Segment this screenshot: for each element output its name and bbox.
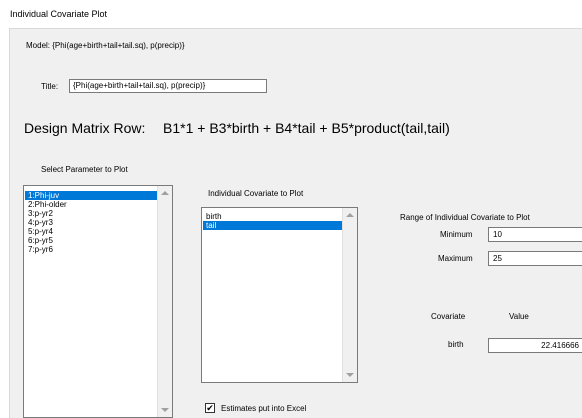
range-label: Range of Individual Covariate to Plot [400, 213, 530, 222]
parameter-item[interactable]: 5:p-yr4 [25, 227, 157, 236]
parameter-item[interactable]: 4:p-yr3 [25, 218, 157, 227]
covariate-name: birth [448, 340, 464, 349]
title-input[interactable]: {Phi(age+birth+tail+tail.sq), p(precip)} [69, 79, 267, 93]
maximum-input[interactable]: 25 [488, 251, 582, 266]
minimum-label: Minimum [440, 230, 473, 239]
design-matrix-value: B1*1 + B3*birth + B4*tail + B5*product(t… [163, 120, 450, 136]
individual-covariate-label: Individual Covariate to Plot [208, 189, 304, 198]
model-line: Model: {Phi(age+birth+tail+tail.sq), p(p… [26, 41, 185, 50]
covariate-column-header: Covariate [431, 312, 466, 321]
scroll-down-icon[interactable] [161, 408, 169, 412]
value-column-header: Value [509, 312, 529, 321]
parameter-items: 1:Phi-juv 2:Phi-older 3:p-yr2 4:p-yr3 5:… [25, 191, 157, 254]
parameter-item[interactable]: 3:p-yr2 [25, 209, 157, 218]
model-value: {Phi(age+birth+tail+tail.sq), p(precip)} [52, 41, 185, 50]
parameter-item[interactable]: 7:p-yr6 [25, 245, 157, 254]
scroll-up-icon[interactable] [346, 213, 354, 217]
parameter-item[interactable]: 1:Phi-juv [25, 191, 157, 200]
model-label: Model: [26, 41, 51, 50]
scroll-up-icon[interactable] [161, 191, 169, 195]
parameter-item[interactable]: 2:Phi-older [25, 200, 157, 209]
title-label: Title: [41, 82, 59, 91]
scroll-down-icon[interactable] [346, 373, 354, 377]
covariate-item[interactable]: tail [203, 221, 342, 230]
covariate-scrollbar[interactable] [342, 208, 357, 382]
covariate-listbox[interactable]: birth tail [201, 207, 358, 383]
dialog-body: Model: {Phi(age+birth+tail+tail.sq), p(p… [9, 28, 582, 418]
parameter-scrollbar[interactable] [157, 186, 172, 417]
excel-checkbox-label[interactable]: Estimates put into Excel [221, 404, 306, 413]
minimum-input[interactable]: 10 [488, 227, 582, 242]
parameter-item[interactable]: 6:p-yr5 [25, 236, 157, 245]
excel-checkbox[interactable]: ✔ [205, 403, 215, 413]
select-parameter-label: Select Parameter to Plot [41, 165, 128, 174]
covariate-value-input[interactable]: 22.416666 [488, 338, 582, 353]
covariate-item[interactable]: birth [203, 212, 342, 221]
parameter-listbox[interactable]: 1:Phi-juv 2:Phi-older 3:p-yr2 4:p-yr3 5:… [23, 185, 173, 418]
checkmark-icon: ✔ [206, 403, 214, 413]
window-title: Individual Covariate Plot [0, 0, 582, 28]
design-matrix-label: Design Matrix Row: [24, 120, 146, 136]
covariate-items: birth tail [203, 212, 342, 230]
maximum-label: Maximum [438, 254, 473, 263]
